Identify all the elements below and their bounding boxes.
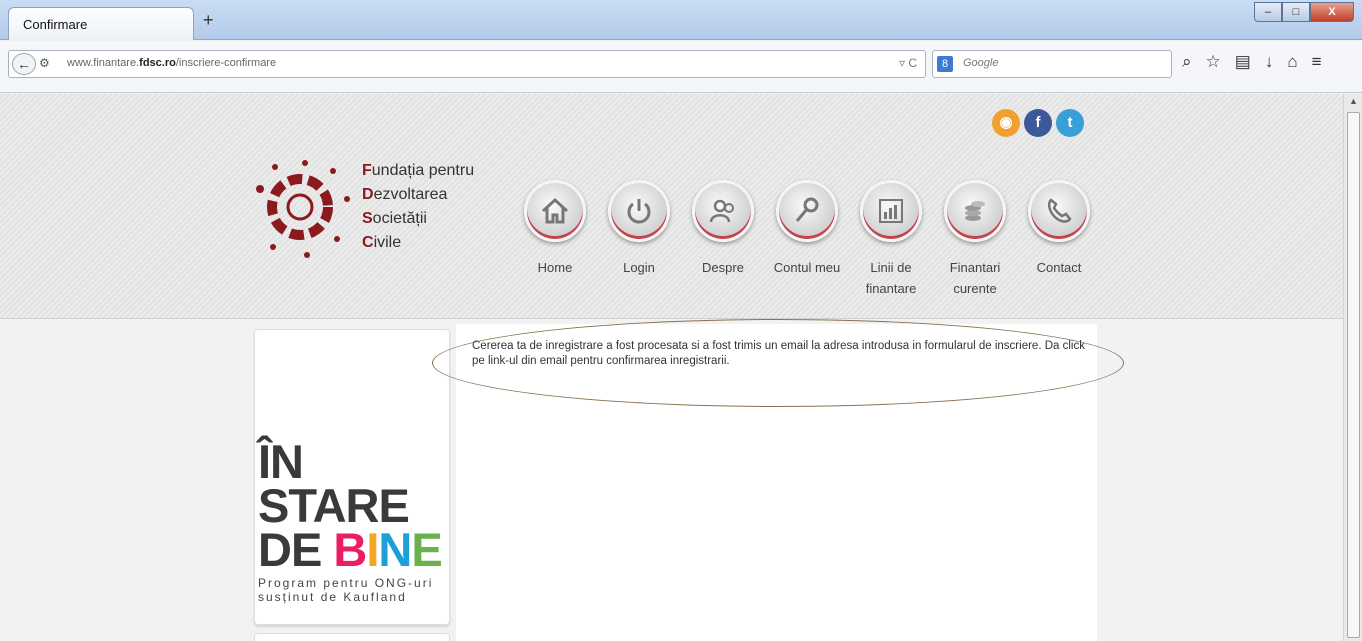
new-tab-button[interactable]: + — [203, 10, 214, 31]
logo-text[interactable]: Fundația pentru Dezvoltarea Societății C… — [362, 159, 474, 255]
identity-icon[interactable]: ⚙ — [39, 56, 50, 70]
nav-item-home[interactable]: Home — [513, 180, 597, 299]
minimize-button[interactable]: – — [1254, 2, 1282, 22]
address-bar[interactable]: ← ⚙ www.finantare.fdsc.ro/inscriere-conf… — [8, 50, 926, 78]
banner-line2: DE BINE — [258, 523, 443, 576]
coins-icon — [965, 201, 985, 221]
close-button[interactable]: X — [1310, 2, 1354, 22]
phone-icon — [1047, 198, 1072, 223]
url-prefix: www.finantare. — [67, 57, 140, 69]
nav-label: Contul meu — [773, 260, 841, 275]
rss-icon[interactable]: ◉ — [992, 109, 1020, 137]
url-text[interactable]: www.finantare.fdsc.ro/inscriere-confirma… — [67, 57, 276, 69]
vertical-scrollbar[interactable]: ▲ — [1343, 94, 1362, 641]
tab-title: Confirmare — [23, 17, 88, 32]
browser-titlebar: Confirmare + – □ X — [0, 0, 1362, 40]
home-button-icon[interactable]: ⌂ — [1287, 52, 1297, 72]
toolbar: ⌕ ☆ ▤ ↓ ⌂ ≡ — [1182, 52, 1322, 72]
nav-item-contul-meu[interactable]: Contul meu — [765, 180, 849, 299]
nav-label: Contact — [1036, 260, 1082, 275]
home-icon — [541, 197, 569, 224]
nav-item-linii-de-finantare[interactable]: Linii de finantare — [849, 180, 933, 299]
banner-subtitle-1: Program pentru ONG-uri — [258, 576, 434, 590]
download-icon[interactable]: ↓ — [1265, 52, 1274, 72]
browser-navbar: ← ⚙ www.finantare.fdsc.ro/inscriere-conf… — [0, 41, 1362, 93]
nav-label: Home — [537, 260, 573, 275]
logo-line-1: Fundația pentru — [362, 162, 475, 179]
scrollbar-thumb[interactable] — [1347, 112, 1360, 638]
nav-item-finantari-curente[interactable]: Finantari curente — [933, 180, 1017, 299]
back-arrow-icon[interactable]: ← — [12, 53, 36, 75]
banner-line1: ÎN STARE — [258, 435, 410, 532]
nav-label: Finantari curente — [949, 260, 1001, 296]
search-box[interactable]: 8 Google — [932, 50, 1172, 78]
nav-item-contact[interactable]: Contact — [1017, 180, 1101, 299]
site-header: Fundația pentru Dezvoltarea Societății C… — [0, 94, 1343, 319]
main-nav: Home Login Despre Contul meu Linii de fi… — [513, 180, 1101, 299]
people-icon — [709, 199, 734, 223]
key-icon — [795, 197, 819, 222]
maximize-button[interactable]: □ — [1282, 2, 1310, 22]
window-controls: – □ X — [1254, 2, 1354, 22]
facebook-icon[interactable]: f — [1024, 109, 1052, 137]
logo-line-4: Civile — [362, 234, 402, 251]
power-icon — [627, 199, 651, 224]
nav-label: Despre — [702, 260, 744, 275]
reload-icon[interactable]: ▿ C — [899, 56, 917, 70]
sidebar-banner[interactable]: ÎN STARE DE BINE Program pentru ONG-uri … — [254, 329, 450, 625]
chart-icon — [879, 199, 903, 223]
menu-icon[interactable]: ≡ — [1312, 52, 1322, 72]
fdsc-logo-icon[interactable] — [255, 159, 350, 259]
logo-line-3: Societății — [362, 210, 427, 227]
url-path: /inscriere-confirmare — [175, 57, 277, 69]
logo-line-2: Dezvoltarea — [362, 186, 448, 203]
in-stare-de-bine-logo[interactable]: ÎN STARE DE BINE Program pentru ONG-uri … — [258, 435, 448, 604]
sidebar-box-2 — [254, 633, 450, 641]
google-icon[interactable]: 8 — [937, 56, 953, 72]
nav-item-despre[interactable]: Despre — [681, 180, 765, 299]
url-domain: fdsc.ro — [139, 57, 176, 69]
nav-item-login[interactable]: Login — [597, 180, 681, 299]
bookmark-star-icon[interactable]: ☆ — [1206, 52, 1221, 72]
banner-subtitle-2: susținut de Kaufland — [258, 590, 407, 604]
browser-tab[interactable]: Confirmare — [8, 7, 194, 40]
nav-label: Linii de finantare — [865, 260, 917, 296]
search-placeholder: Google — [963, 57, 999, 69]
twitter-icon[interactable]: t — [1056, 109, 1084, 137]
search-icon[interactable]: ⌕ — [1182, 52, 1192, 72]
nav-label: Login — [623, 260, 655, 275]
reading-list-icon[interactable]: ▤ — [1235, 52, 1251, 72]
highlight-ellipse — [432, 319, 1124, 407]
scroll-up-arrow-icon[interactable]: ▲ — [1349, 96, 1358, 106]
social-links: ◉ f t — [992, 109, 1084, 137]
